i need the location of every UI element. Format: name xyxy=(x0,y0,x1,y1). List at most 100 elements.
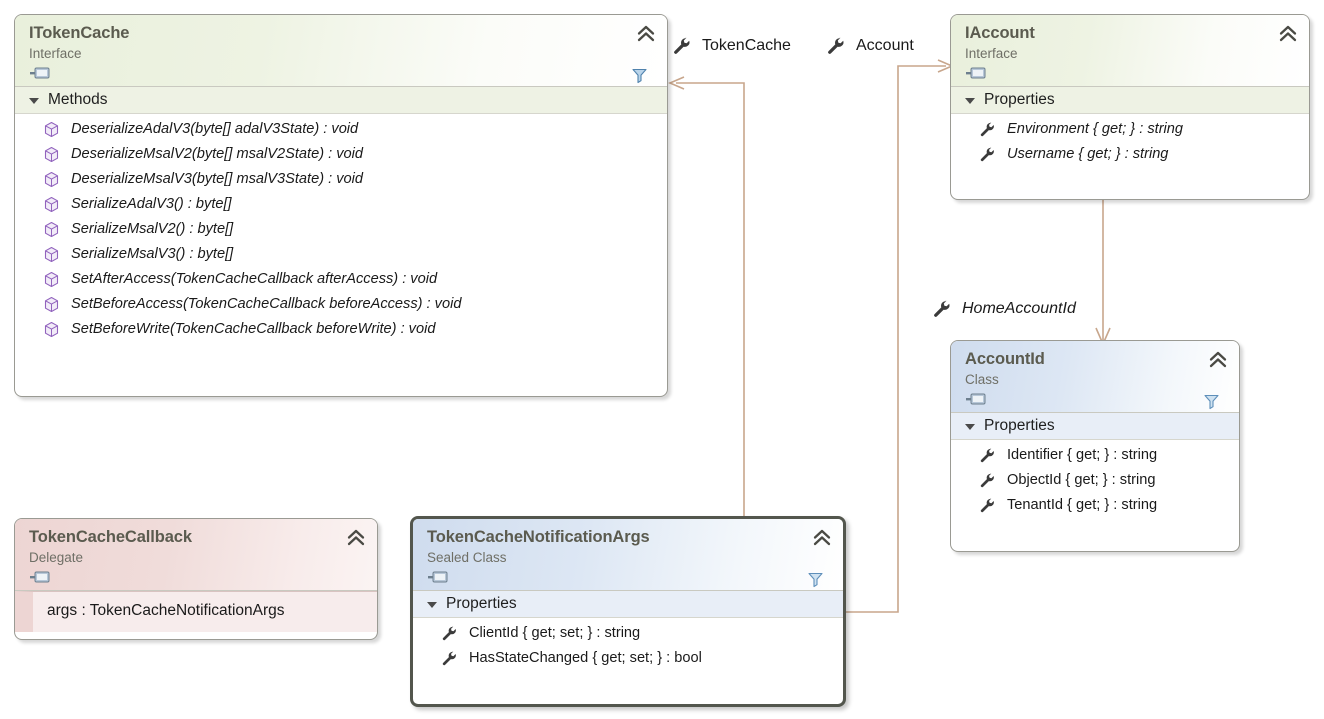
delegate-signature-row[interactable]: args : TokenCacheNotificationArgs xyxy=(15,591,377,632)
member-text: HasStateChanged { get; set; } : bool xyxy=(469,650,702,666)
class-header: AccountId Class xyxy=(951,341,1239,413)
wrench-icon xyxy=(674,37,690,54)
class-stereotype: Sealed Class xyxy=(427,550,507,565)
member-text: DeserializeAdalV3(byte[] adalV3State) : … xyxy=(71,121,359,137)
collapse-chevron-icon[interactable] xyxy=(1278,24,1298,44)
class-box-tokencachenotificationargs[interactable]: TokenCacheNotificationArgs Sealed Class … xyxy=(410,516,846,707)
method-icon xyxy=(44,246,59,263)
delegate-signature-text: args : TokenCacheNotificationArgs xyxy=(47,602,285,619)
collapse-chevron-icon[interactable] xyxy=(812,528,832,548)
class-box-tokencachecallback[interactable]: TokenCacheCallback Delegate args : Token… xyxy=(14,518,378,640)
collapse-chevron-icon[interactable] xyxy=(636,24,656,44)
member-text: TenantId { get; } : string xyxy=(1007,497,1158,513)
compartment-title-text: Properties xyxy=(984,91,1055,108)
compartment-header-properties[interactable]: Properties xyxy=(951,413,1239,440)
association-tokencache-connector xyxy=(667,76,745,518)
member-row[interactable]: ObjectId { get; } : string xyxy=(951,468,1239,493)
method-icon xyxy=(44,296,59,313)
member-text: DeserializeMsalV2(byte[] msalV2State) : … xyxy=(71,146,363,162)
class-shape-icon xyxy=(966,393,986,405)
association-label-text: HomeAccountId xyxy=(962,300,1076,317)
association-label-text: Account xyxy=(856,37,914,54)
compartment-header-properties[interactable]: Properties xyxy=(951,87,1309,114)
member-list: Identifier { get; } : string ObjectId { … xyxy=(951,440,1239,525)
property-icon xyxy=(442,651,456,666)
member-row[interactable]: DeserializeMsalV3(byte[] msalV3State) : … xyxy=(15,167,667,192)
member-list: DeserializeAdalV3(byte[] adalV3State) : … xyxy=(15,114,667,349)
method-icon xyxy=(44,171,59,188)
class-header: TokenCacheNotificationArgs Sealed Class xyxy=(413,519,843,591)
wrench-icon xyxy=(934,300,950,317)
member-row[interactable]: SetBeforeAccess(TokenCacheCallback befor… xyxy=(15,292,667,317)
expand-triangle-icon[interactable] xyxy=(427,602,437,608)
collapse-chevron-icon[interactable] xyxy=(1208,350,1228,370)
member-text: SerializeMsalV2() : byte[] xyxy=(71,221,234,237)
filter-icon[interactable] xyxy=(807,571,824,588)
member-row[interactable]: SerializeMsalV2() : byte[] xyxy=(15,217,667,242)
delegate-shape-icon xyxy=(30,571,50,583)
class-title: AccountId xyxy=(965,350,1045,368)
compartment-title-text: Properties xyxy=(446,595,517,612)
member-row[interactable]: SetBeforeWrite(TokenCacheCallback before… xyxy=(15,317,667,342)
interface-shape-icon xyxy=(30,67,50,79)
property-icon xyxy=(442,626,456,641)
member-list: ClientId { get; set; } : string HasState… xyxy=(413,618,843,678)
property-icon xyxy=(980,147,994,162)
member-row[interactable]: SerializeMsalV3() : byte[] xyxy=(15,242,667,267)
property-icon xyxy=(980,448,994,463)
member-row[interactable]: DeserializeAdalV3(byte[] adalV3State) : … xyxy=(15,117,667,142)
compartment-header-methods[interactable]: Methods xyxy=(15,87,667,114)
member-row[interactable]: Identifier { get; } : string xyxy=(951,443,1239,468)
member-text: SerializeMsalV3() : byte[] xyxy=(71,246,234,262)
compartment-header-properties[interactable]: Properties xyxy=(413,591,843,618)
method-icon xyxy=(44,321,59,338)
class-diagram-canvas: TokenCache Account HomeAccountId ITokenC… xyxy=(0,0,1324,719)
member-text: Identifier { get; } : string xyxy=(1007,447,1158,463)
class-title: TokenCacheNotificationArgs xyxy=(427,528,650,546)
compartment-title-text: Properties xyxy=(984,417,1055,434)
property-icon xyxy=(980,473,994,488)
compartment-title-text: Methods xyxy=(48,91,108,108)
method-icon xyxy=(44,221,59,238)
property-icon xyxy=(980,498,994,513)
member-list: Environment { get; } : string Username {… xyxy=(951,114,1309,174)
class-shape-icon xyxy=(428,571,448,583)
member-text: Environment { get; } : string xyxy=(1007,121,1184,137)
member-text: SetAfterAccess(TokenCacheCallback afterA… xyxy=(71,271,438,287)
class-box-itokencache[interactable]: ITokenCache Interface Methods Deserializ… xyxy=(14,14,668,397)
class-header: TokenCacheCallback Delegate xyxy=(15,519,377,591)
filter-icon[interactable] xyxy=(631,67,648,84)
class-stereotype: Interface xyxy=(29,46,82,61)
member-text: ClientId { get; set; } : string xyxy=(469,625,641,641)
member-row[interactable]: SetAfterAccess(TokenCacheCallback afterA… xyxy=(15,267,667,292)
class-stereotype: Interface xyxy=(965,46,1018,61)
filter-icon[interactable] xyxy=(1203,393,1220,410)
interface-shape-icon xyxy=(966,67,986,79)
member-row[interactable]: SerializeAdalV3() : byte[] xyxy=(15,192,667,217)
class-header: ITokenCache Interface xyxy=(15,15,667,87)
association-label-account: Account xyxy=(826,36,914,56)
expand-triangle-icon[interactable] xyxy=(965,424,975,430)
collapse-chevron-icon[interactable] xyxy=(346,528,366,548)
member-text: SerializeAdalV3() : byte[] xyxy=(71,196,232,212)
member-row[interactable]: HasStateChanged { get; set; } : bool xyxy=(413,646,843,671)
method-icon xyxy=(44,146,59,163)
class-box-accountid[interactable]: AccountId Class Properties Identifier {… xyxy=(950,340,1240,552)
class-header: IAccount Interface xyxy=(951,15,1309,87)
class-box-iaccount[interactable]: IAccount Interface Properties Environmen… xyxy=(950,14,1310,200)
member-text: SetBeforeWrite(TokenCacheCallback before… xyxy=(71,321,436,337)
member-text: ObjectId { get; } : string xyxy=(1007,472,1156,488)
class-stereotype: Class xyxy=(965,372,999,387)
association-label-homeaccountid: HomeAccountId xyxy=(932,299,1076,319)
expand-triangle-icon[interactable] xyxy=(965,98,975,104)
class-title: IAccount xyxy=(965,24,1035,42)
member-row[interactable]: Environment { get; } : string xyxy=(951,117,1309,142)
member-row[interactable]: Username { get; } : string xyxy=(951,142,1309,167)
member-row[interactable]: DeserializeMsalV2(byte[] msalV2State) : … xyxy=(15,142,667,167)
method-icon xyxy=(44,121,59,138)
property-icon xyxy=(980,122,994,137)
member-row[interactable]: TenantId { get; } : string xyxy=(951,493,1239,518)
expand-triangle-icon[interactable] xyxy=(29,98,39,104)
member-row[interactable]: ClientId { get; set; } : string xyxy=(413,621,843,646)
association-label-text: TokenCache xyxy=(702,37,791,54)
